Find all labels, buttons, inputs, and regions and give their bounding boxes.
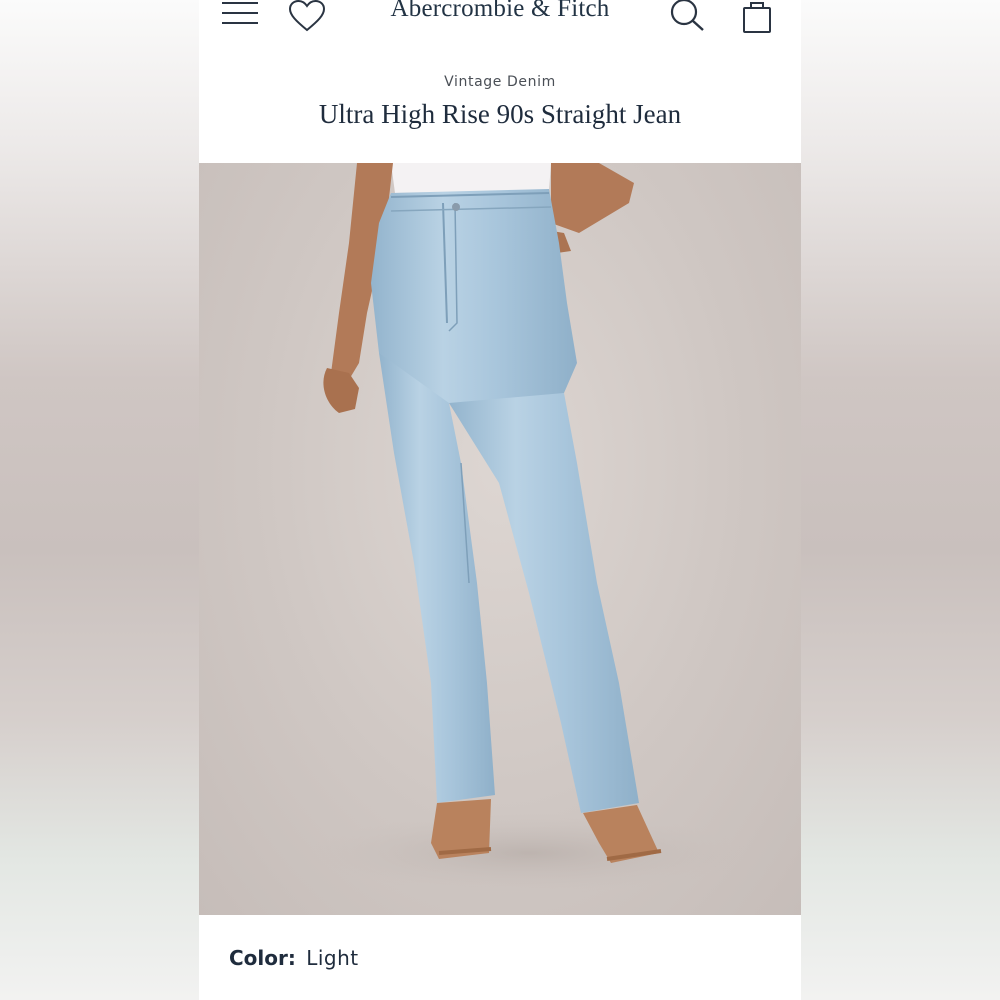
search-icon[interactable]: [669, 0, 705, 32]
blurred-background-right: [801, 0, 1000, 1000]
product-title: Ultra High Rise 90s Straight Jean: [318, 99, 682, 129]
blurred-background-left: [0, 0, 199, 1000]
collection-label: Vintage Denim: [444, 74, 556, 90]
product-image[interactable]: [199, 163, 801, 915]
brand-logo[interactable]: Abercrombie & Fitch: [199, 0, 801, 23]
top-navigation-bar: Abercrombie & Fitch: [199, 0, 801, 42]
selected-color-value: Light: [306, 946, 359, 970]
product-page: Abercrombie & Fitch Vintage Denim Ultra …: [199, 0, 801, 1000]
color-selector-row: Color: Light: [229, 946, 359, 970]
color-label: Color:: [229, 946, 296, 970]
product-heading: Vintage Denim Ultra High Rise 90s Straig…: [199, 74, 801, 130]
jeans-photo-illustration: [309, 163, 749, 893]
shopping-bag-icon[interactable]: [740, 0, 774, 34]
